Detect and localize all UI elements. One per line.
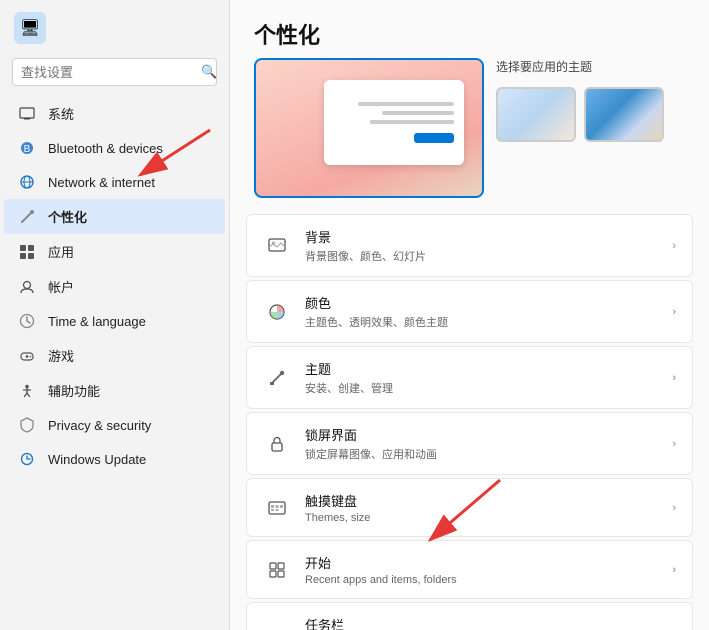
- background-subtitle: 背景图像、颜色、幻灯片: [305, 248, 658, 264]
- apps-icon: [18, 243, 36, 261]
- bluetooth-icon: B: [18, 139, 36, 157]
- taskbar-text-block: 任务栏任务栏行为、系统固定: [305, 615, 658, 630]
- chevron-right-icon: ›: [672, 438, 676, 450]
- sidebar-item-time[interactable]: Time & language: [4, 304, 225, 338]
- app-icon: 🖥: [14, 12, 46, 44]
- mock-button: [414, 133, 454, 143]
- color-title: 颜色: [305, 293, 658, 312]
- theme-options-panel: 选择要应用的主题: [496, 58, 664, 142]
- sidebar: 🖥 🔍 系统 B Bluetooth & devices Network & inte…: [0, 0, 230, 630]
- chevron-right-icon: ›: [672, 372, 676, 384]
- sidebar-label-windows_update: Windows Update: [48, 452, 146, 467]
- settings-item-background[interactable]: 背景背景图像、颜色、幻灯片 ›: [246, 214, 693, 277]
- sidebar-label-accounts: 帐户: [48, 277, 74, 296]
- settings-item-lock[interactable]: 锁屏界面锁定屏幕图像、应用和动画 ›: [246, 412, 693, 475]
- sidebar-item-windows_update[interactable]: Windows Update: [4, 442, 225, 476]
- touch-title: 触摸键盘: [305, 491, 658, 510]
- sidebar-label-apps: 应用: [48, 242, 74, 261]
- sidebar-item-system[interactable]: 系统: [4, 96, 225, 131]
- chevron-right-icon: ›: [672, 306, 676, 318]
- sidebar-label-personalization: 个性化: [48, 207, 87, 226]
- sidebar-label-time: Time & language: [48, 314, 146, 329]
- gaming-icon: [18, 347, 36, 365]
- lock-settings-icon: [263, 430, 291, 458]
- sidebar-item-gaming[interactable]: 游戏: [4, 338, 225, 373]
- sidebar-item-privacy[interactable]: Privacy & security: [4, 408, 225, 442]
- settings-item-taskbar[interactable]: 任务栏任务栏行为、系统固定›: [246, 602, 693, 630]
- color-subtitle: 主题色、透明效果、颜色主题: [305, 314, 658, 330]
- sidebar-item-accounts[interactable]: 帐户: [4, 269, 225, 304]
- chevron-right-icon: ›: [672, 240, 676, 252]
- theme-thumb-1[interactable]: [496, 87, 576, 142]
- mock-line-3: [370, 120, 454, 124]
- accessibility-icon: [18, 382, 36, 400]
- start-subtitle: Recent apps and items, folders: [305, 574, 658, 586]
- sidebar-item-network[interactable]: Network & internet: [4, 165, 225, 199]
- settings-item-color[interactable]: 颜色主题色、透明效果、颜色主题 ›: [246, 280, 693, 343]
- background-title: 背景: [305, 227, 658, 246]
- sidebar-label-system: 系统: [48, 104, 74, 123]
- theme-thumb-2[interactable]: [584, 87, 664, 142]
- sidebar-item-apps[interactable]: 应用: [4, 234, 225, 269]
- theme-thumbs: [496, 87, 664, 142]
- sidebar-label-network: Network & internet: [48, 175, 155, 190]
- search-icon: 🔍: [201, 64, 217, 80]
- sidebar-item-personalization[interactable]: 个性化: [4, 199, 225, 234]
- theme-subtitle: 安装、创建、管理: [305, 380, 658, 396]
- sidebar-label-accessibility: 辅助功能: [48, 381, 100, 400]
- background-settings-icon: [263, 232, 291, 260]
- start-settings-icon: [263, 556, 291, 584]
- theme-section-label: 选择要应用的主题: [496, 58, 664, 75]
- taskbar-settings-icon: [263, 620, 291, 630]
- lock-title: 锁屏界面: [305, 425, 658, 444]
- accounts-icon: [18, 278, 36, 296]
- touch-settings-icon: [263, 494, 291, 522]
- chevron-right-icon: ›: [672, 502, 676, 514]
- theme-preview-main[interactable]: [254, 58, 484, 198]
- windows_update-icon: [18, 450, 36, 468]
- theme-text-block: 主题安装、创建、管理: [305, 359, 658, 396]
- sidebar-item-bluetooth[interactable]: B Bluetooth & devices: [4, 131, 225, 165]
- network-icon: [18, 173, 36, 191]
- touch-text-block: 触摸键盘 Themes, size: [305, 491, 658, 524]
- theme-section: 选择要应用的主题: [230, 58, 709, 214]
- settings-item-theme[interactable]: 主题安装、创建、管理 ›: [246, 346, 693, 409]
- search-input[interactable]: [21, 65, 197, 80]
- chevron-right-icon: ›: [672, 564, 676, 576]
- search-box[interactable]: 🔍: [12, 58, 217, 86]
- sidebar-nav: 系统 B Bluetooth & devices Network & internet…: [0, 96, 229, 476]
- background-text-block: 背景背景图像、颜色、幻灯片: [305, 227, 658, 264]
- privacy-icon: [18, 416, 36, 434]
- lock-subtitle: 锁定屏幕图像、应用和动画: [305, 446, 658, 462]
- personalization-icon: [18, 208, 36, 226]
- sidebar-label-gaming: 游戏: [48, 346, 74, 365]
- sidebar-label-privacy: Privacy & security: [48, 418, 151, 433]
- settings-item-start[interactable]: 开始 Recent apps and items, folders ›: [246, 540, 693, 599]
- theme-preview-window: [324, 80, 464, 165]
- time-icon: [18, 312, 36, 330]
- sidebar-top-area: 🖥: [0, 8, 229, 52]
- theme-title: 主题: [305, 359, 658, 378]
- start-text-block: 开始 Recent apps and items, folders: [305, 553, 658, 586]
- mock-line-1: [358, 102, 454, 106]
- settings-list: 背景背景图像、颜色、幻灯片›颜色主题色、透明效果、颜色主题›主题安装、创建、管理…: [230, 214, 709, 630]
- lock-text-block: 锁屏界面锁定屏幕图像、应用和动画: [305, 425, 658, 462]
- page-title: 个性化: [230, 0, 709, 58]
- start-title: 开始: [305, 553, 658, 572]
- theme-settings-icon: [263, 364, 291, 392]
- color-text-block: 颜色主题色、透明效果、颜色主题: [305, 293, 658, 330]
- system-icon: [18, 105, 36, 123]
- svg-text:B: B: [24, 144, 31, 155]
- color-settings-icon: [263, 298, 291, 326]
- touch-subtitle: Themes, size: [305, 512, 658, 524]
- main-content: 个性化 选择要应用的主题 背景背景图像、颜色、幻灯片›颜色主题色: [230, 0, 709, 630]
- settings-item-touch[interactable]: 触摸键盘 Themes, size ›: [246, 478, 693, 537]
- mock-line-2: [382, 111, 454, 115]
- sidebar-item-accessibility[interactable]: 辅助功能: [4, 373, 225, 408]
- taskbar-title: 任务栏: [305, 615, 658, 630]
- sidebar-label-bluetooth: Bluetooth & devices: [48, 141, 163, 156]
